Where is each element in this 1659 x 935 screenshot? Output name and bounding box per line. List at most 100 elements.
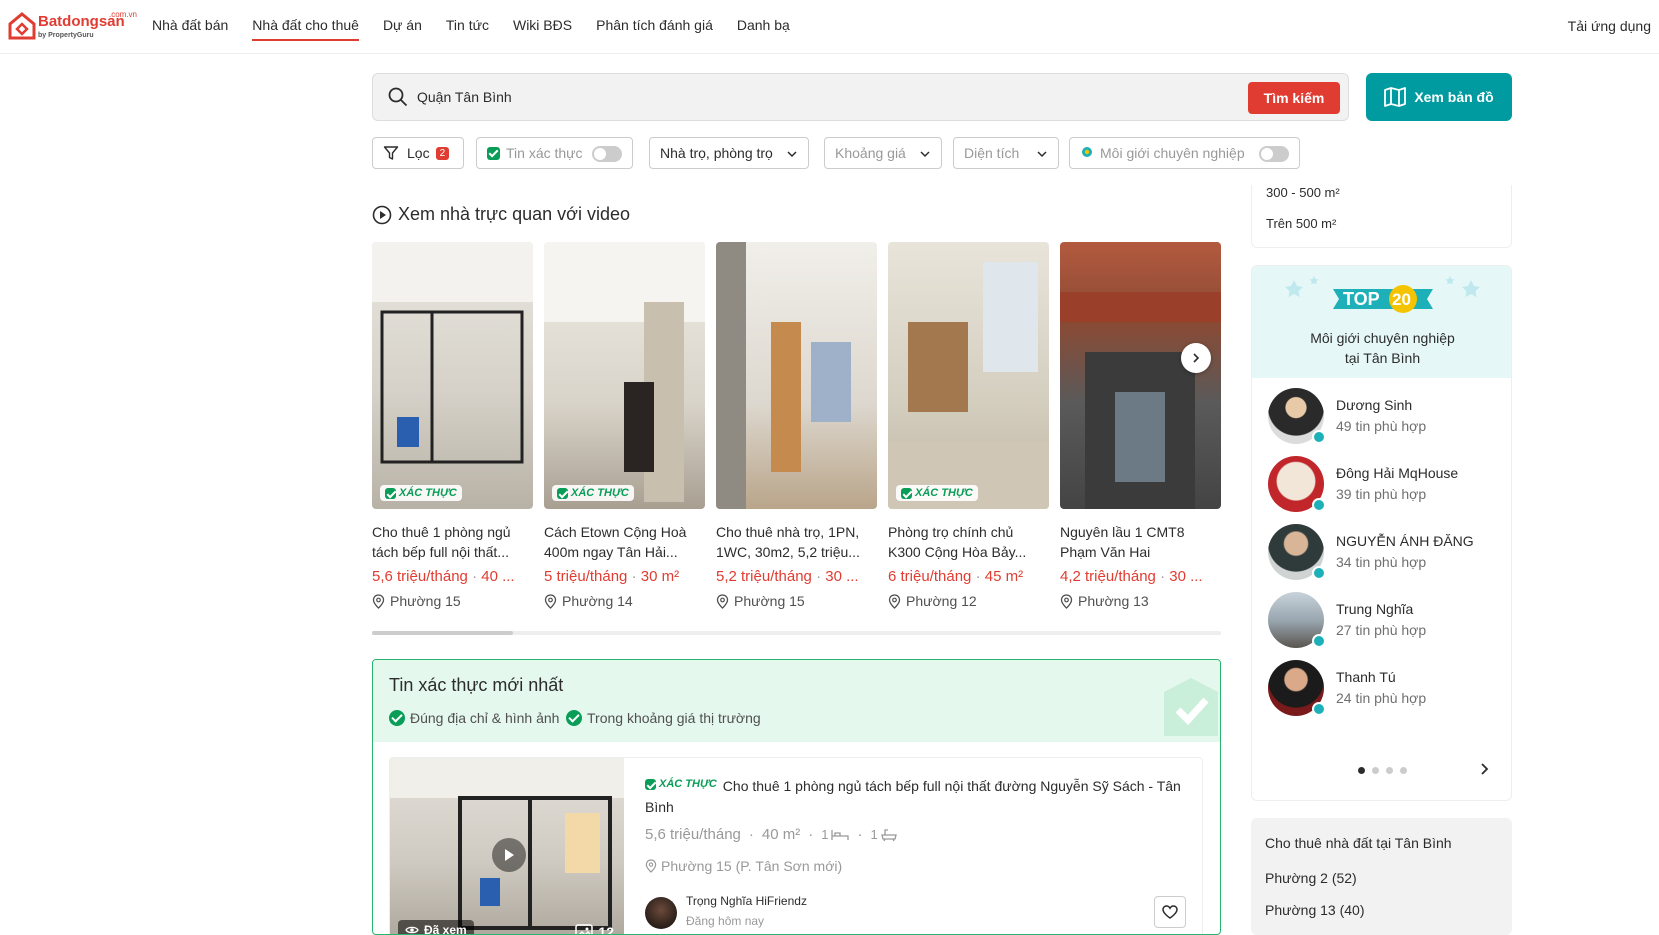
price-range-select[interactable]: Khoảng giá bbox=[824, 137, 942, 169]
listing-image[interactable]: Đã xem 12 bbox=[390, 758, 624, 934]
video-card-area: 40 ... bbox=[481, 568, 515, 585]
carousel-dot[interactable] bbox=[1386, 767, 1393, 774]
view-map-label: Xem bản đồ bbox=[1414, 89, 1494, 105]
agent-avatar[interactable] bbox=[645, 897, 677, 929]
carousel-dot[interactable] bbox=[1372, 767, 1379, 774]
broker-item[interactable]: Thanh Tú 24 tin phù hợp bbox=[1268, 660, 1508, 716]
video-card-thumbnail[interactable]: XÁC THỰC bbox=[888, 242, 1049, 509]
save-listing-button[interactable] bbox=[1154, 896, 1186, 928]
play-video-button[interactable] bbox=[492, 838, 526, 872]
video-card[interactable]: XÁC THỰC Cho thuê 1 phòng ngủ tách bếp f… bbox=[372, 242, 533, 609]
verified-badge: XÁC THỰC bbox=[896, 485, 978, 501]
area-placeholder: Diện tích bbox=[964, 145, 1020, 161]
video-card-price: 5 triệu/tháng · 30 m² bbox=[544, 568, 680, 585]
top20-brokers-widget: TOP 20 Môi giới chuyên nghiệp tại Tân Bì… bbox=[1251, 265, 1512, 801]
area-option[interactable]: Trên 500 m² bbox=[1266, 216, 1336, 231]
room-photo bbox=[544, 242, 705, 502]
download-app-link[interactable]: Tải ứng dụng bbox=[1568, 18, 1651, 34]
video-card-location: Phường 15 bbox=[716, 593, 877, 609]
video-card-title[interactable]: Nguyên lầu 1 CMT8 Phạm Văn Hai bbox=[1060, 522, 1221, 562]
verified-toggle-chip[interactable]: Tin xác thực bbox=[476, 137, 633, 169]
video-card-price: 5,2 triệu/tháng · 30 ... bbox=[716, 568, 859, 585]
search-bar[interactable]: Tìm kiếm bbox=[372, 73, 1349, 121]
search-button[interactable]: Tìm kiếm bbox=[1248, 82, 1340, 114]
pro-broker-label: Môi giới chuyên nghiệp bbox=[1100, 145, 1245, 161]
filter-button[interactable]: Lọc 2 bbox=[372, 137, 464, 169]
video-card[interactable]: XÁC THỰC Phòng trọ chính chủ K300 Cộng H… bbox=[888, 242, 1049, 609]
area-option[interactable]: 300 - 500 m² bbox=[1266, 185, 1340, 200]
video-card-area: 30 ... bbox=[825, 568, 859, 585]
verified-check-icon bbox=[385, 487, 396, 499]
video-card-location-text: Phường 14 bbox=[562, 593, 633, 609]
carousel-scrollbar[interactable] bbox=[372, 631, 1221, 635]
video-card-price-value: 5,2 triệu/tháng bbox=[716, 568, 812, 585]
location-pin-icon bbox=[716, 593, 729, 609]
pro-broker-toggle-switch[interactable] bbox=[1259, 146, 1289, 162]
carousel-next-button[interactable] bbox=[1181, 343, 1211, 373]
video-card-title[interactable]: Phòng trọ chính chủ K300 Cộng Hòa Bảy... bbox=[888, 522, 1049, 562]
video-card-thumbnail[interactable] bbox=[1060, 242, 1221, 509]
check-circle-icon bbox=[566, 710, 582, 726]
location-pin-icon bbox=[544, 593, 557, 609]
broker-item[interactable]: Dương Sinh 49 tin phù hợp bbox=[1268, 388, 1508, 444]
video-card-title[interactable]: Cách Etown Cộng Hoà 400m ngay Tân Hải... bbox=[544, 522, 705, 562]
main-nav: Nhà đất bán Nhà đất cho thuê Dự án Tin t… bbox=[152, 17, 814, 41]
search-input[interactable] bbox=[417, 89, 1217, 105]
carousel-dot[interactable] bbox=[1400, 767, 1407, 774]
video-card[interactable]: Cho thuê nhà trọ, 1PN, 1WC, 30m2, 5,2 tr… bbox=[716, 242, 877, 609]
nav-item-du-an[interactable]: Dự án bbox=[383, 17, 422, 41]
nav-item-cho-thue[interactable]: Nhà đất cho thuê bbox=[252, 17, 359, 41]
broker-listing-count: 27 tin phù hợp bbox=[1336, 622, 1427, 638]
pro-broker-toggle-chip[interactable]: Môi giới chuyên nghiệp bbox=[1069, 137, 1300, 169]
map-icon bbox=[1384, 87, 1407, 107]
broker-listing-count: 39 tin phù hợp bbox=[1336, 486, 1427, 502]
ward-link[interactable]: Phường 2 (52) bbox=[1265, 870, 1357, 886]
video-card-thumbnail[interactable]: XÁC THỰC bbox=[544, 242, 705, 509]
nav-item-ban[interactable]: Nhà đất bán bbox=[152, 17, 228, 41]
filter-label: Lọc bbox=[407, 145, 430, 161]
video-card-title[interactable]: Cho thuê 1 phòng ngủ tách bếp full nội t… bbox=[372, 522, 533, 562]
logo-house-icon bbox=[8, 12, 36, 40]
area-select[interactable]: Diện tích bbox=[953, 137, 1059, 169]
listing-title[interactable]: XÁC THỰC Cho thuê 1 phòng ngủ tách bếp fu… bbox=[645, 774, 1185, 818]
ward-link[interactable]: Phường 13 (40) bbox=[1265, 902, 1365, 918]
broker-item[interactable]: NGUYỄN ÁNH ĐĂNG 34 tin phù hợp bbox=[1268, 524, 1508, 580]
listing-title-text: Cho thuê 1 phòng ngủ tách bếp full nội t… bbox=[645, 778, 1181, 815]
top20-next-button[interactable] bbox=[1479, 760, 1491, 781]
carousel-dot[interactable] bbox=[1358, 767, 1365, 774]
nav-item-phan-tich[interactable]: Phân tích đánh giá bbox=[596, 17, 713, 41]
listing-location-text: Phường 15 (P. Tân Sơn mới) bbox=[661, 858, 843, 874]
nav-item-wiki[interactable]: Wiki BĐS bbox=[513, 17, 572, 41]
nav-item-danh-ba[interactable]: Danh bạ bbox=[737, 17, 790, 41]
video-card-location-text: Phường 12 bbox=[906, 593, 977, 609]
verified-check-icon bbox=[645, 779, 656, 790]
video-card[interactable]: XÁC THỰC Cách Etown Cộng Hoà 400m ngay T… bbox=[544, 242, 705, 609]
logo-by-text: by PropertyGuru bbox=[38, 32, 94, 39]
view-map-button[interactable]: Xem bản đồ bbox=[1366, 73, 1512, 121]
carousel-scrollbar-thumb[interactable] bbox=[372, 631, 513, 635]
chevron-right-icon bbox=[1481, 763, 1489, 775]
video-card-thumbnail[interactable] bbox=[716, 242, 877, 509]
verified-toggle-switch[interactable] bbox=[592, 146, 622, 162]
top20-header: TOP 20 Môi giới chuyên nghiệp tại Tân Bì… bbox=[1252, 266, 1511, 378]
location-pin-icon bbox=[645, 859, 657, 873]
video-section-title: Xem nhà trực quan với video bbox=[372, 204, 630, 225]
video-card-title[interactable]: Cho thuê nhà trọ, 1PN, 1WC, 30m2, 5,2 tr… bbox=[716, 522, 877, 562]
site-logo[interactable]: Batdongsan .com.vn by PropertyGuru bbox=[8, 10, 137, 44]
broker-item[interactable]: Đông Hải MqHouse 39 tin phù hợp bbox=[1268, 456, 1508, 512]
verified-feature: Đúng địa chỉ & hình ảnh bbox=[389, 710, 559, 726]
property-type-select[interactable]: Nhà trọ, phòng trọ bbox=[649, 137, 809, 169]
video-card-thumbnail[interactable]: XÁC THỰC bbox=[372, 242, 533, 509]
broker-item[interactable]: Trung Nghĩa 27 tin phù hợp bbox=[1268, 592, 1508, 648]
verified-badge-label: XÁC THỰC bbox=[399, 487, 457, 499]
verified-listing-card[interactable]: Đã xem 12 XÁC THỰC Cho thuê 1 phòng ngủ t… bbox=[389, 757, 1203, 934]
nav-item-tin-tuc[interactable]: Tin tức bbox=[446, 17, 489, 41]
video-card[interactable]: Nguyên lầu 1 CMT8 Phạm Văn Hai 4,2 triệu… bbox=[1060, 242, 1221, 609]
top20-title: Môi giới chuyên nghiệp tại Tân Bình bbox=[1252, 328, 1511, 368]
listing-price: 5,6 triệu/tháng bbox=[645, 826, 741, 843]
video-card-location-text: Phường 15 bbox=[390, 593, 461, 609]
agent-name[interactable]: Trọng Nghĩa HiFriendz bbox=[686, 894, 807, 908]
room-photo bbox=[372, 242, 533, 464]
chevron-down-icon bbox=[1037, 151, 1047, 158]
verified-feature-text: Đúng địa chỉ & hình ảnh bbox=[410, 710, 560, 726]
